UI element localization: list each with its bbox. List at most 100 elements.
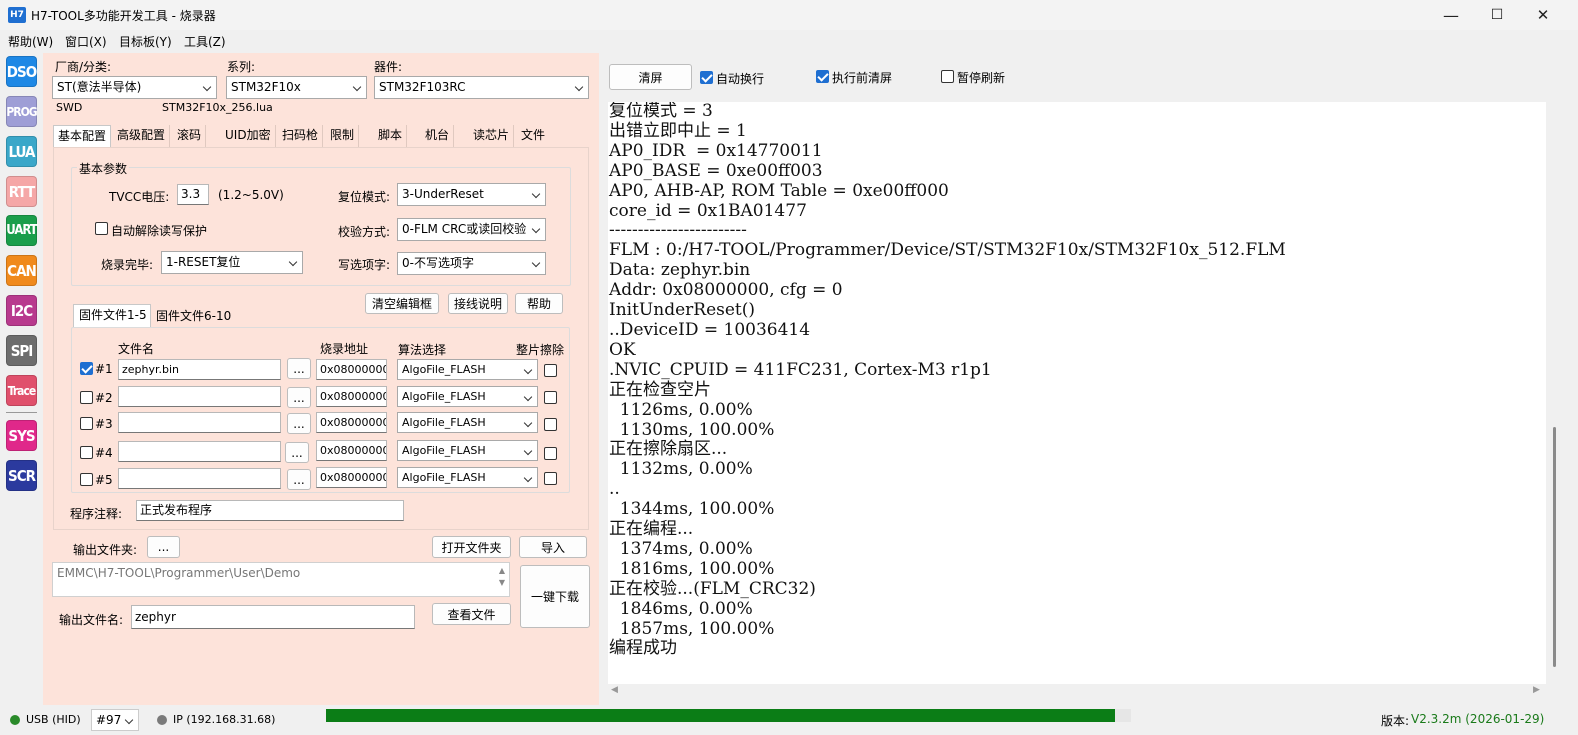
- fw-file-input[interactable]: [118, 412, 281, 433]
- tab-basic[interactable]: 基本配置: [53, 125, 111, 147]
- view-file-button[interactable]: 查看文件: [432, 603, 511, 625]
- device-select[interactable]: STM32F103RC: [374, 76, 589, 99]
- maximize-button[interactable]: ☐: [1474, 0, 1520, 30]
- path-scroll-arrows[interactable]: ▲ ▼: [497, 565, 507, 589]
- tab-firmware-6-10[interactable]: 固件文件6-10: [156, 307, 231, 324]
- sidebar-spi[interactable]: SPI: [6, 335, 37, 366]
- comment-input[interactable]: 正式发布程序: [136, 500, 404, 521]
- log-output[interactable]: 复位模式 = 3 出错立即中止 = 1 AP0_IDR = 0x14770011 AP…: [608, 102, 1546, 684]
- device-number-select[interactable]: #97: [91, 709, 139, 731]
- tab-uid[interactable]: UID加密: [221, 125, 276, 147]
- clear-edit-button[interactable]: 清空编辑框: [365, 293, 439, 314]
- fw-addr-input[interactable]: 0x08000000: [316, 412, 387, 433]
- tab-firmware-1-5[interactable]: 固件文件1-5: [73, 304, 151, 327]
- menu-window[interactable]: 窗口(X): [65, 33, 107, 50]
- fw-addr-input[interactable]: 0x08000000: [316, 386, 387, 407]
- fw-file-input[interactable]: [118, 441, 281, 462]
- tab-file[interactable]: 文件: [517, 125, 549, 147]
- fw-row-checkbox[interactable]: [80, 446, 93, 459]
- output-name-input[interactable]: zephyr: [131, 605, 415, 629]
- fw-erase-checkbox[interactable]: [544, 364, 557, 377]
- sidebar-lua[interactable]: LUA: [6, 136, 37, 167]
- fw-browse-button[interactable]: ...: [285, 442, 309, 463]
- fw-erase-checkbox[interactable]: [544, 391, 557, 404]
- minimize-button[interactable]: —: [1428, 0, 1474, 30]
- scroll-left-icon[interactable]: ◀: [611, 685, 618, 695]
- tab-advanced[interactable]: 高级配置: [113, 125, 171, 147]
- fw-browse-button[interactable]: ...: [287, 387, 311, 408]
- log-vscroll-track[interactable]: [1550, 102, 1560, 684]
- sidebar-rtt[interactable]: RTT: [6, 176, 37, 207]
- tab-scanner[interactable]: 扫码枪: [278, 125, 324, 147]
- fw-algo-select[interactable]: AlgoFile_FLASH: [397, 359, 538, 380]
- scroll-right-icon[interactable]: ▶: [1533, 685, 1540, 695]
- fw-row-checkbox[interactable]: [80, 417, 93, 430]
- fw-browse-button[interactable]: ...: [287, 413, 311, 434]
- tab-machine[interactable]: 机台: [421, 125, 455, 147]
- fw-browse-button[interactable]: ...: [287, 358, 311, 379]
- fw-addr-input[interactable]: 0x08000000: [316, 440, 387, 461]
- fw-file-input[interactable]: zephyr.bin: [118, 359, 281, 380]
- log-line: 复位模式 = 3: [609, 102, 713, 121]
- reset-mode-select[interactable]: 3-UnderReset: [397, 183, 546, 206]
- menu-target[interactable]: 目标板(Y): [119, 33, 172, 50]
- open-folder-button[interactable]: 打开文件夹: [432, 536, 511, 558]
- output-path-field[interactable]: EMMC\H7-TOOL\Programmer\User\Demo: [52, 562, 510, 597]
- log-line: OK: [609, 339, 636, 360]
- sidebar-scr[interactable]: SCR: [6, 460, 37, 491]
- fw-addr-input[interactable]: 0x08000000: [316, 359, 387, 380]
- fw-erase-checkbox[interactable]: [544, 418, 557, 431]
- fw-algo-select[interactable]: AlgoFile_FLASH: [397, 440, 538, 461]
- fw-file-input[interactable]: [118, 468, 281, 489]
- series-select[interactable]: STM32F10x: [226, 76, 367, 99]
- sidebar-i2c[interactable]: I2C: [6, 295, 37, 326]
- clear-before-run-checkbox[interactable]: [816, 70, 829, 83]
- reset-mode-label: 复位模式:: [338, 190, 391, 204]
- auto-wrap-checkbox[interactable]: [700, 71, 713, 84]
- vendor-select[interactable]: ST(意法半导体): [52, 76, 217, 99]
- window-title: H7-TOOL多功能开发工具 - 烧录器: [31, 9, 216, 23]
- log-hscroll-track[interactable]: ◀ ▶: [608, 685, 1546, 698]
- menu-help[interactable]: 帮助(W): [8, 33, 53, 50]
- option-byte-select[interactable]: 0-不写选项字: [397, 252, 546, 275]
- pause-refresh-checkbox[interactable]: [941, 70, 954, 83]
- fw-row-checkbox[interactable]: [80, 391, 93, 404]
- wiring-button[interactable]: 接线说明: [448, 293, 508, 314]
- fw-algo-select[interactable]: AlgoFile_FLASH: [397, 386, 538, 407]
- tab-rolling-code[interactable]: 滚码: [173, 125, 207, 147]
- fw-erase-checkbox[interactable]: [544, 472, 557, 485]
- sidebar-prog[interactable]: PROG: [6, 96, 38, 127]
- tab-script[interactable]: 脚本: [374, 125, 408, 147]
- sidebar-uart[interactable]: UART: [6, 215, 38, 246]
- fw-algo-select[interactable]: AlgoFile_FLASH: [397, 467, 538, 488]
- log-line: Addr: 0x08000000, cfg = 0: [609, 280, 843, 301]
- fw-browse-button[interactable]: ...: [287, 469, 311, 490]
- log-line: 正在校验...(FLM_CRC32): [609, 578, 816, 599]
- auto-unlock-checkbox[interactable]: [95, 222, 108, 235]
- sidebar-sys[interactable]: SYS: [6, 420, 37, 451]
- sidebar-dso[interactable]: DSO: [6, 56, 37, 87]
- fw-file-input[interactable]: [118, 386, 281, 407]
- menu-tools[interactable]: 工具(Z): [184, 33, 226, 50]
- log-line: 1857ms, 100.00%: [609, 618, 775, 639]
- sidebar-trace[interactable]: Trace: [6, 375, 37, 406]
- output-folder-browse[interactable]: ...: [147, 536, 180, 558]
- fw-row-checkbox[interactable]: [80, 362, 93, 375]
- one-click-download-button[interactable]: 一键下载: [520, 565, 590, 628]
- done-select[interactable]: 1-RESET复位: [161, 251, 303, 274]
- close-button[interactable]: ✕: [1520, 0, 1566, 30]
- tab-limit[interactable]: 限制: [326, 125, 360, 147]
- fw-algo-select[interactable]: AlgoFile_FLASH: [397, 412, 538, 433]
- import-button[interactable]: 导入: [519, 536, 587, 558]
- tab-read-chip[interactable]: 读芯片: [469, 125, 515, 147]
- tvcc-input[interactable]: 3.3: [177, 184, 209, 205]
- sidebar-divider: [6, 412, 37, 413]
- fw-erase-checkbox[interactable]: [544, 447, 557, 460]
- clear-screen-button[interactable]: 清屏: [609, 64, 692, 90]
- fw-addr-input[interactable]: 0x08000000: [316, 467, 387, 488]
- help-button[interactable]: 帮助: [515, 293, 563, 314]
- verify-select[interactable]: 0-FLM CRC或读回校验: [397, 218, 546, 241]
- log-vscroll-thumb[interactable]: [1553, 427, 1556, 667]
- sidebar-can[interactable]: CAN: [6, 255, 37, 286]
- fw-row-checkbox[interactable]: [80, 473, 93, 486]
